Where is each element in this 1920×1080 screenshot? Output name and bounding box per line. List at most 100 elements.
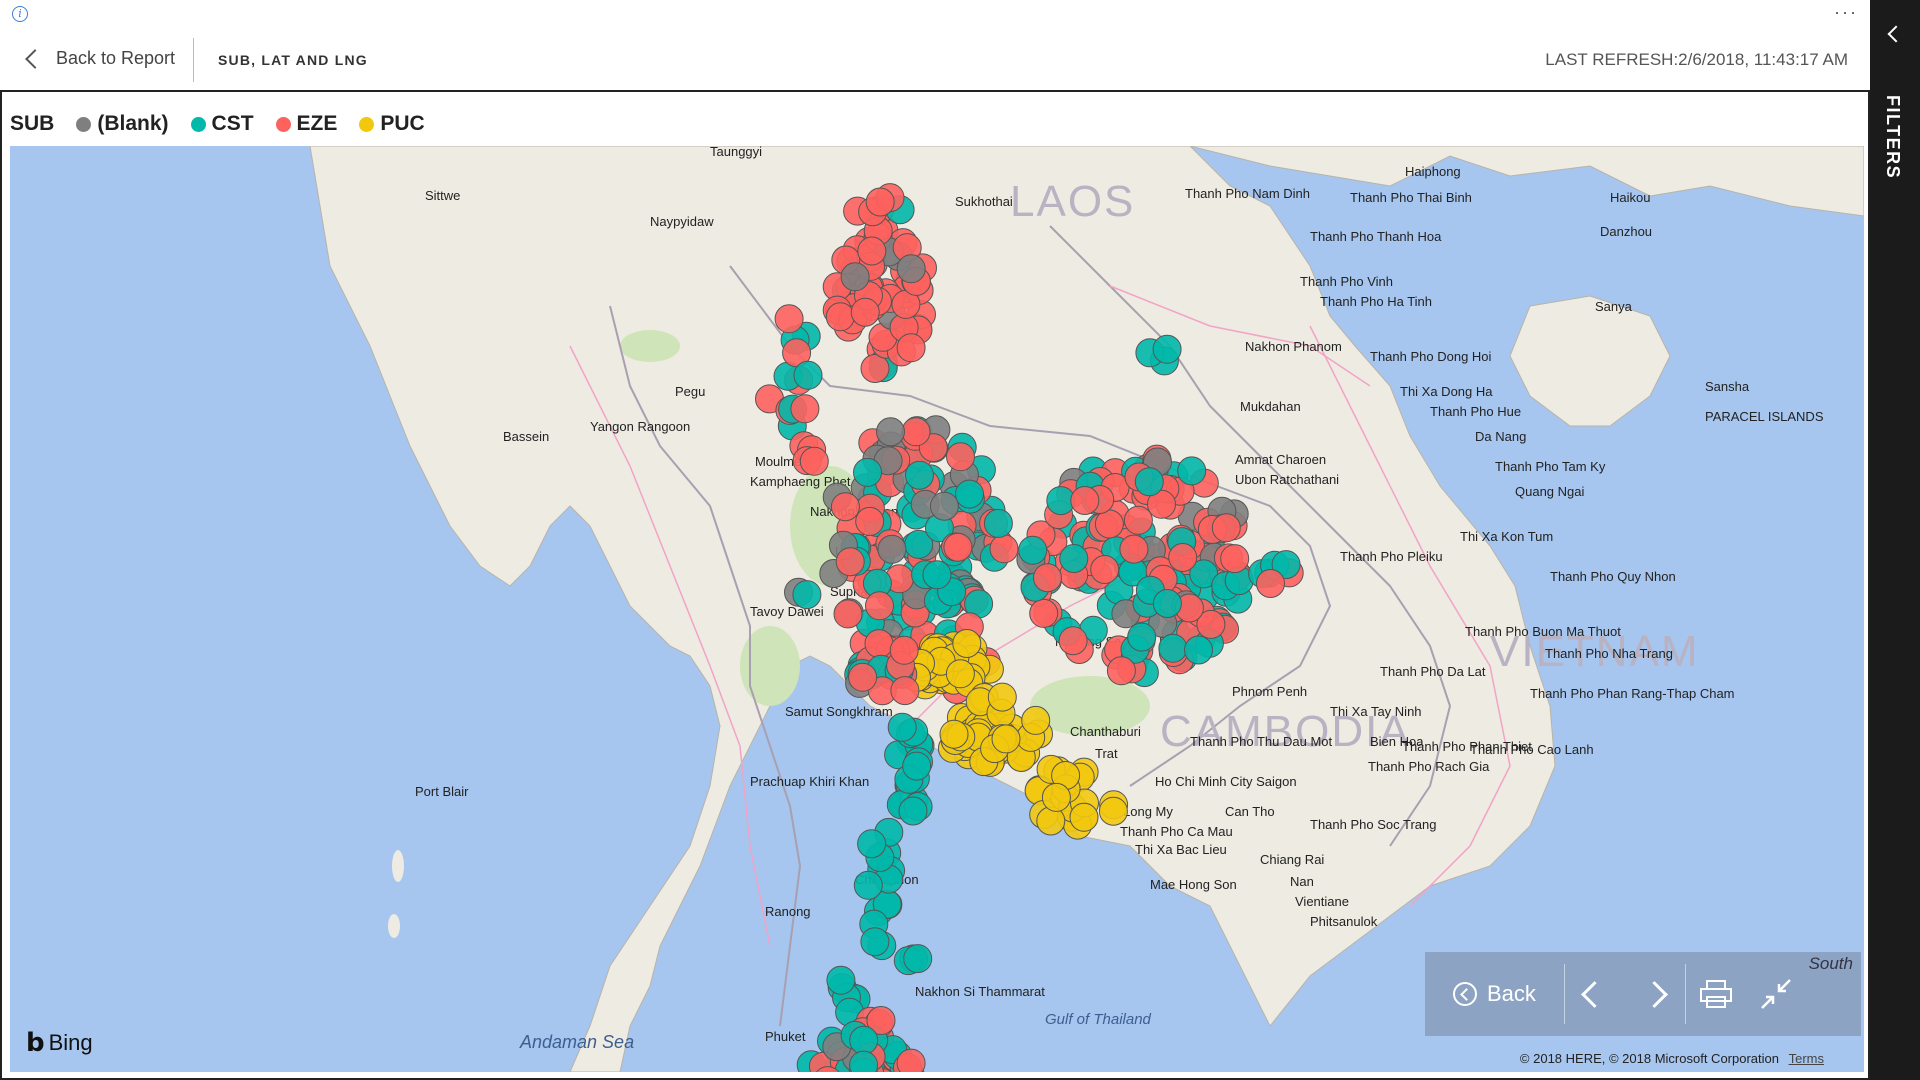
place-label: Da Nang <box>1475 429 1526 444</box>
legend-item-eze[interactable]: EZE <box>275 112 337 136</box>
data-bubble[interactable] <box>849 1025 879 1055</box>
data-bubble[interactable] <box>1070 486 1100 515</box>
data-bubble[interactable] <box>876 417 905 447</box>
place-label: Thanh Pho Pleiku <box>1340 549 1443 564</box>
data-bubble[interactable] <box>987 682 1017 712</box>
data-bubble[interactable] <box>939 719 969 749</box>
data-bubble[interactable] <box>929 491 959 521</box>
data-bubble[interactable] <box>989 534 1019 564</box>
filters-pane[interactable]: FILTERS <box>1870 0 1920 1080</box>
data-bubble[interactable] <box>830 492 860 522</box>
copyright-text: © 2018 HERE, © 2018 Microsoft Corporatio… <box>1519 1051 1779 1066</box>
data-bubble[interactable] <box>1211 513 1241 543</box>
data-bubble[interactable] <box>901 417 931 447</box>
data-bubble[interactable] <box>855 506 885 536</box>
data-bubble[interactable] <box>1021 705 1051 735</box>
print-button[interactable] <box>1686 952 1746 1036</box>
info-icon[interactable]: i <box>12 6 28 22</box>
data-bubble[interactable] <box>826 965 856 995</box>
data-bubble[interactable] <box>793 360 823 390</box>
data-bubble[interactable] <box>860 354 890 383</box>
place-label: Thanh Pho Ha Tinh <box>1320 294 1432 309</box>
chevron-left-icon[interactable] <box>1887 25 1905 43</box>
map-canvas[interactable]: LAOS VIETNAM CAMBODIA Andaman Sea Gulf of Th… <box>10 146 1864 1072</box>
data-bubble[interactable] <box>1029 598 1059 628</box>
terms-link[interactable]: Terms <box>1789 1051 1824 1066</box>
legend-item-cst[interactable]: CST <box>190 112 254 136</box>
data-bubble[interactable] <box>889 635 919 665</box>
data-bubble[interactable] <box>1177 456 1207 486</box>
legend-item-puc[interactable]: PUC <box>359 112 425 136</box>
data-bubble[interactable] <box>1158 633 1188 663</box>
place-label: Thanh Pho Thai Binh <box>1350 190 1472 205</box>
data-bubble[interactable] <box>864 629 894 659</box>
data-bubble[interactable] <box>848 662 878 692</box>
data-bubble[interactable] <box>952 629 982 658</box>
data-bubble[interactable] <box>1256 569 1285 598</box>
back-label: Back <box>1487 981 1536 1006</box>
exit-focus-button[interactable] <box>1746 952 1806 1036</box>
data-bubble[interactable] <box>1106 656 1136 686</box>
data-bubble[interactable] <box>1041 782 1071 812</box>
data-bubble[interactable] <box>799 446 829 476</box>
data-bubble[interactable] <box>896 254 926 284</box>
data-bubble[interactable] <box>1033 563 1062 593</box>
data-bubble[interactable] <box>853 870 883 900</box>
data-bubble[interactable] <box>877 534 907 564</box>
data-bubble[interactable] <box>896 1048 926 1072</box>
data-bubble[interactable] <box>1152 589 1182 618</box>
data-bubble[interactable] <box>865 187 895 217</box>
data-bubble[interactable] <box>991 724 1021 754</box>
data-bubble[interactable] <box>943 532 973 562</box>
data-bubble[interactable] <box>983 508 1013 538</box>
back-to-report-label: Back to Report <box>56 48 176 68</box>
data-bubble[interactable] <box>850 297 880 327</box>
data-bubble[interactable] <box>1098 796 1128 826</box>
data-bubble[interactable] <box>1220 544 1250 574</box>
data-bubble[interactable] <box>896 333 926 363</box>
data-bubble[interactable] <box>902 751 932 781</box>
data-bubble[interactable] <box>922 560 952 590</box>
data-bubble[interactable] <box>840 262 870 292</box>
data-bubble[interactable] <box>792 580 822 610</box>
data-bubble[interactable] <box>853 457 882 487</box>
back-to-report-button[interactable]: Back to Report <box>25 48 176 69</box>
data-bubble[interactable] <box>857 829 887 859</box>
data-bubble[interactable] <box>1127 622 1157 652</box>
next-button[interactable] <box>1625 952 1685 1036</box>
previous-button[interactable] <box>1565 952 1625 1036</box>
data-bubble[interactable] <box>790 394 820 424</box>
data-bubble[interactable] <box>1090 555 1120 584</box>
data-bubble[interactable] <box>1094 509 1124 539</box>
data-bubble[interactable] <box>1184 635 1213 665</box>
data-bubble[interactable] <box>857 236 887 266</box>
data-bubble[interactable] <box>945 659 975 689</box>
data-bubble[interactable] <box>1069 802 1099 832</box>
data-bubble[interactable] <box>1058 626 1088 656</box>
data-bubble[interactable] <box>1059 544 1089 573</box>
data-bubble[interactable] <box>1018 535 1048 565</box>
data-bubble[interactable] <box>1123 505 1153 535</box>
data-bubble[interactable] <box>865 591 894 621</box>
place-label: Sittwe <box>425 188 460 203</box>
data-bubble[interactable] <box>1152 334 1182 364</box>
data-bubble[interactable] <box>905 460 934 490</box>
data-bubble[interactable] <box>1168 543 1198 572</box>
data-bubble[interactable] <box>833 599 863 629</box>
more-options-icon[interactable]: ··· <box>1834 2 1858 23</box>
back-button[interactable]: Back <box>1425 952 1564 1036</box>
data-bubble[interactable] <box>1134 467 1164 497</box>
data-bubble[interactable] <box>903 944 933 974</box>
data-bubble[interactable] <box>898 796 928 826</box>
legend-item-blank[interactable]: (Blank) <box>76 112 169 136</box>
data-bubble[interactable] <box>946 442 975 472</box>
data-bubble[interactable] <box>774 304 804 334</box>
data-bubble[interactable] <box>835 547 865 577</box>
data-bubble[interactable] <box>860 927 890 957</box>
filters-label[interactable]: FILTERS <box>1882 95 1903 179</box>
data-bubble[interactable] <box>890 676 920 706</box>
data-bubble[interactable] <box>955 479 984 509</box>
data-bubble[interactable] <box>1119 534 1149 564</box>
data-bubble[interactable] <box>825 302 855 332</box>
data-bubble[interactable] <box>887 712 917 742</box>
